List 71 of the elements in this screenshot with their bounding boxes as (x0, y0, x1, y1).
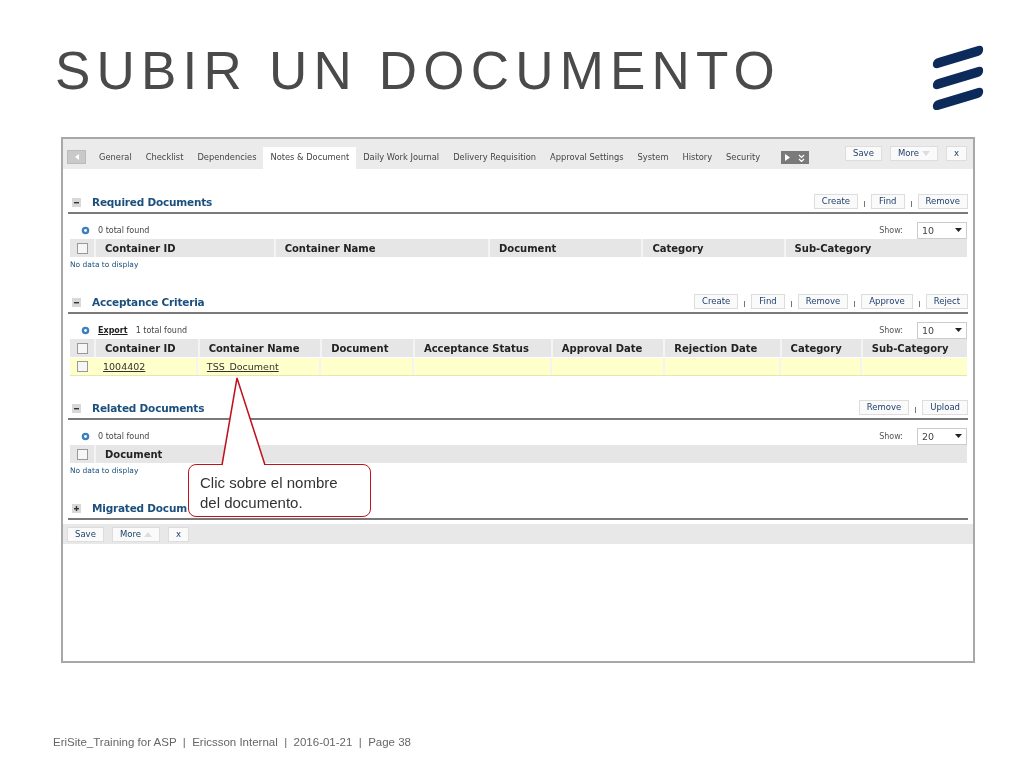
action-button[interactable]: Create (813, 193, 859, 209)
checkbox[interactable] (76, 448, 88, 460)
collapse-icon[interactable] (72, 197, 81, 207)
settings-icon[interactable] (81, 431, 90, 441)
collapse-icon[interactable] (72, 297, 81, 307)
action-button[interactable]: Remove (797, 293, 849, 309)
action-button[interactable]: Upload (922, 399, 968, 415)
tab-nav-button[interactable] (781, 151, 810, 164)
left-arrow-icon (74, 154, 79, 160)
checkbox[interactable] (76, 342, 88, 354)
tab[interactable]: Notes & Document (263, 147, 357, 169)
caret-icon (143, 531, 152, 537)
settings-icon[interactable] (81, 325, 90, 335)
action-button[interactable]: Find (751, 293, 785, 309)
column-header: Container ID (94, 239, 274, 257)
collapse-icon[interactable] (72, 403, 81, 413)
expand-icon[interactable] (72, 503, 81, 513)
dropdown-icon (955, 228, 962, 232)
result-count: 1 total found (135, 325, 188, 335)
stripes-logo (932, 44, 984, 110)
dropdown-icon (955, 328, 962, 332)
tab[interactable]: System (630, 147, 676, 169)
section-title: Acceptance Criteria (92, 296, 205, 308)
action-button[interactable]: Remove (917, 193, 968, 209)
action-button[interactable]: Find (871, 193, 905, 209)
section-title: Related Documents (92, 402, 205, 414)
column-header: Sub-Category (783, 239, 967, 257)
export-link[interactable]: Export (98, 325, 128, 335)
header-button[interactable]: x (945, 145, 967, 161)
footer-button[interactable]: Save (67, 526, 104, 542)
footer-button[interactable]: x (167, 526, 189, 542)
header-button[interactable]: More (889, 145, 938, 161)
column-header: Category (641, 239, 784, 257)
slide-footer: EriSite_Training for ASP | Ericsson Internal | 2016-01-21 | Page 38 (53, 736, 411, 748)
page-size-select[interactable]: 10 (917, 221, 967, 239)
tab[interactable]: Daily Work Journal (356, 147, 447, 169)
column-header: Container Name (273, 239, 488, 257)
caret-icon (921, 150, 930, 156)
action-button[interactable]: Remove (858, 399, 910, 415)
settings-icon[interactable] (81, 225, 90, 235)
result-count: 0 total found (98, 225, 150, 235)
tab[interactable]: History (675, 147, 720, 169)
double-chevron-icon (798, 153, 806, 162)
show-label: Show: (879, 431, 903, 441)
header-button[interactable]: Save (845, 145, 882, 161)
show-label: Show: (879, 325, 903, 335)
footer-button[interactable]: More (111, 526, 160, 542)
show-label: Show: (879, 225, 903, 235)
section-title: Migrated Docum (92, 502, 187, 514)
checkbox[interactable] (76, 242, 88, 254)
table-link[interactable]: TSS_Document (206, 361, 279, 372)
tab[interactable]: General (92, 147, 139, 169)
tab[interactable]: Checklist (138, 147, 191, 169)
tab[interactable]: Security (719, 147, 768, 169)
right-arrow-icon (785, 154, 791, 161)
tab[interactable]: Delivery Requisition (446, 147, 544, 169)
column-header: Document (488, 239, 642, 257)
tab[interactable]: Approval Settings (543, 147, 631, 169)
checkbox[interactable] (76, 361, 88, 372)
action-button[interactable]: Reject (925, 293, 968, 309)
section-title: Required Documents (92, 196, 213, 208)
slide-title: SUBIR UN DOCUMENTO (55, 44, 782, 97)
table-link[interactable]: 1004402 (103, 361, 146, 372)
action-button[interactable]: Create (694, 293, 739, 309)
page-size-select[interactable]: 20 (917, 427, 967, 445)
dropdown-icon (955, 434, 962, 438)
page-size-select[interactable]: 10 (917, 321, 967, 339)
tab[interactable]: Dependencies (190, 147, 264, 169)
table-row[interactable]: 1004402 TSS_Document (70, 358, 967, 376)
result-count: 0 total found (98, 431, 150, 441)
action-button[interactable]: Approve (861, 293, 913, 309)
